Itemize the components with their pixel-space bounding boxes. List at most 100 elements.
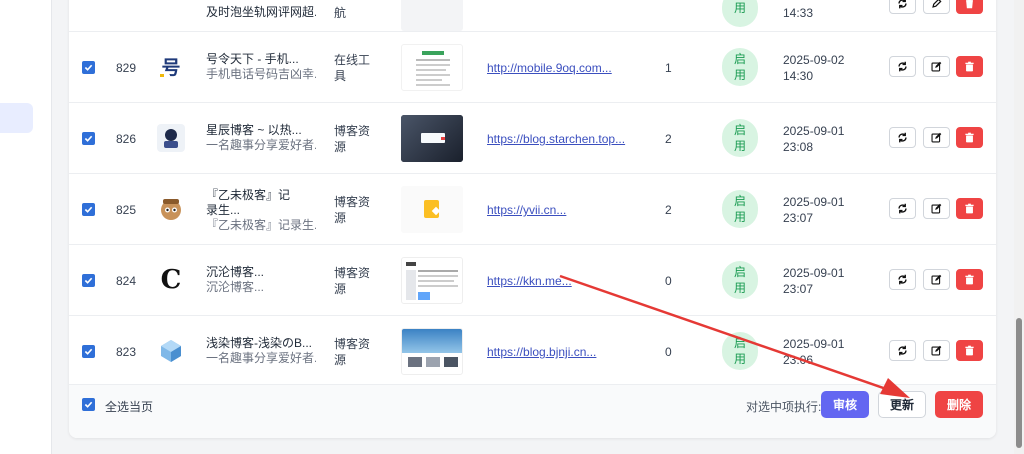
site-title: 及时泡坐轨网评网超...	[206, 5, 316, 19]
row-checkbox[interactable]	[82, 345, 95, 358]
trash-icon	[965, 132, 974, 143]
delete-button[interactable]	[956, 127, 983, 148]
select-all-checkbox[interactable]	[82, 398, 95, 411]
bulk-action-label: 对选中项执行:	[746, 400, 822, 414]
site-logo	[157, 337, 185, 365]
site-logo: C	[157, 265, 185, 295]
status-badge[interactable]: 用	[722, 0, 758, 27]
edit-button[interactable]	[923, 198, 950, 219]
edit-button[interactable]	[923, 269, 950, 290]
refresh-button[interactable]	[889, 56, 916, 77]
site-id: 829	[116, 61, 137, 75]
refresh-icon	[898, 345, 907, 356]
site-screenshot	[401, 44, 463, 91]
site-title: 浅染博客-浅染のB...	[206, 336, 313, 350]
delete-button[interactable]	[956, 340, 983, 361]
refresh-icon	[898, 132, 907, 143]
check-icon	[84, 206, 93, 213]
site-id: 824	[116, 274, 137, 288]
delete-button[interactable]	[956, 56, 983, 77]
table-row: 823 浅染博客-浅染のB... 一名趣事分享爱好者... 博客资源 https…	[69, 316, 996, 387]
site-url-link[interactable]: https://blog.bjnji.cn...	[487, 345, 596, 359]
sidebar	[0, 0, 52, 454]
site-description: 沉沦博客...	[206, 280, 265, 294]
delete-button[interactable]	[956, 198, 983, 219]
edit-icon	[931, 345, 942, 356]
update-button[interactable]: 更新	[878, 391, 926, 418]
trash-icon	[965, 61, 974, 72]
site-screenshot	[401, 257, 463, 304]
edit-button[interactable]	[923, 127, 950, 148]
edit-button[interactable]	[923, 56, 950, 77]
site-id: 826	[116, 132, 137, 146]
row-checkbox[interactable]	[82, 203, 95, 216]
site-logo: 号	[157, 53, 185, 81]
refresh-icon	[898, 203, 907, 214]
sidebar-active-item[interactable]	[0, 103, 33, 133]
trash-icon	[965, 345, 974, 356]
site-title: 沉沦博客...	[206, 265, 265, 279]
site-name: 『乙未极客』记录生... 『乙未极客』记录生...	[206, 188, 316, 233]
site-category: 航	[334, 6, 347, 20]
site-logo	[157, 195, 185, 223]
select-all-label[interactable]: 全选当页	[105, 398, 153, 415]
refresh-button[interactable]	[889, 269, 916, 290]
refresh-button[interactable]	[889, 340, 916, 361]
visit-count: 0	[665, 274, 672, 288]
created-date: 2025-09-01 23:06	[783, 337, 845, 367]
refresh-button[interactable]	[889, 0, 916, 14]
site-url-link[interactable]: http://mobile.9oq.com...	[487, 61, 612, 75]
created-date: 2025-09-01 23:07	[783, 195, 845, 225]
site-category: 博客资源	[334, 124, 371, 154]
table-row: 825 『乙未极客』记录生... 『乙未极客』记录生... 博客资源 https…	[69, 174, 996, 245]
site-name: 沉沦博客... 沉沦博客...	[206, 265, 316, 295]
created-date: 14:33	[783, 6, 814, 20]
page-scrollbar[interactable]	[1014, 0, 1024, 454]
site-id: 823	[116, 345, 137, 359]
row-checkbox[interactable]	[82, 132, 95, 145]
table-row: 826 星辰博客 ~ 以热... 一名趣事分享爱好者... 博客资源 https…	[69, 103, 996, 174]
status-badge[interactable]: 启用	[722, 332, 758, 370]
visit-count: 1	[665, 61, 672, 75]
bulk-delete-button[interactable]: 删除	[935, 391, 983, 418]
review-button[interactable]: 审核	[821, 391, 869, 418]
site-description: 一名趣事分享爱好者...	[206, 351, 316, 365]
site-screenshot	[401, 0, 463, 31]
site-url-link[interactable]: https://blog.starchen.top...	[487, 132, 625, 146]
site-description: 『乙未极客』记录生...	[206, 218, 316, 232]
site-url-link[interactable]: https://kkn.me...	[487, 274, 572, 288]
site-name: 号令天下 - 手机... 手机电话号码吉凶幸...	[206, 52, 316, 82]
refresh-icon	[898, 61, 907, 72]
status-badge[interactable]: 启用	[722, 190, 758, 228]
status-badge[interactable]: 启用	[722, 261, 758, 299]
site-url-link[interactable]: https://yvii.cn...	[487, 203, 566, 217]
table-row: 824 C 沉沦博客... 沉沦博客... 博客资源 https://kkn.m…	[69, 245, 996, 316]
site-title: 号令天下 - 手机...	[206, 52, 299, 66]
table-row: 及时泡坐轨网评网超... 航 用 14:33	[69, 0, 996, 32]
refresh-icon	[898, 0, 907, 9]
refresh-button[interactable]	[889, 198, 916, 219]
site-screenshot	[401, 328, 463, 375]
trash-icon	[965, 203, 974, 214]
status-badge[interactable]: 启用	[722, 48, 758, 86]
row-checkbox[interactable]	[82, 274, 95, 287]
delete-button[interactable]	[956, 0, 983, 14]
created-date: 2025-09-01 23:07	[783, 266, 845, 296]
site-name: 及时泡坐轨网评网超...	[206, 5, 316, 20]
status-badge[interactable]: 启用	[722, 119, 758, 157]
site-description: 手机电话号码吉凶幸...	[206, 67, 316, 81]
site-category: 在线工具	[334, 53, 371, 83]
edit-icon	[931, 132, 942, 143]
delete-button[interactable]	[956, 269, 983, 290]
scrollbar-thumb[interactable]	[1016, 318, 1022, 448]
edit-button[interactable]	[923, 340, 950, 361]
edit-button[interactable]	[923, 0, 950, 14]
site-description: 一名趣事分享爱好者...	[206, 138, 316, 152]
site-category: 博客资源	[334, 195, 371, 225]
edit-icon	[932, 0, 942, 8]
created-date: 2025-09-01 23:08	[783, 124, 845, 154]
refresh-button[interactable]	[889, 127, 916, 148]
site-screenshot	[401, 115, 463, 162]
row-checkbox[interactable]	[82, 61, 95, 74]
site-logo	[157, 124, 185, 152]
